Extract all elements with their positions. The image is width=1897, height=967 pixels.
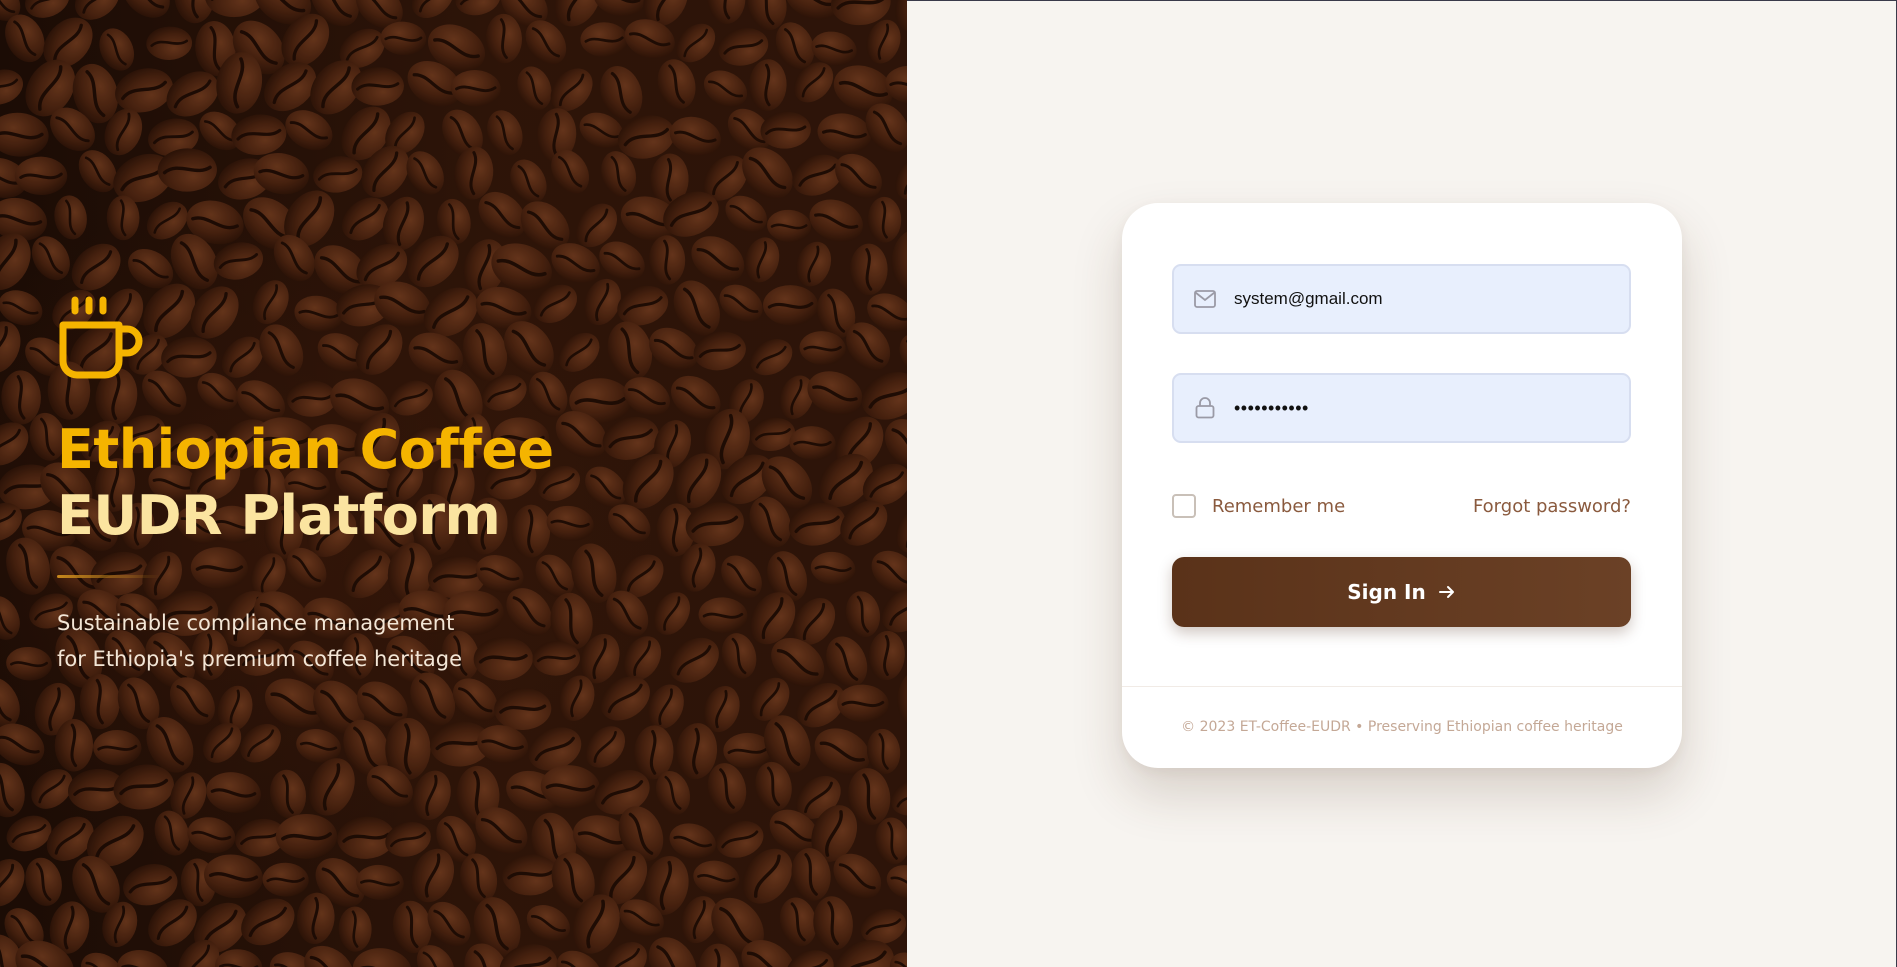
sign-in-button[interactable]: Sign In xyxy=(1172,557,1631,627)
arrow-right-icon xyxy=(1438,583,1456,601)
coffee-cup-icon xyxy=(59,296,143,379)
hero-panel: Ethiopian Coffee EUDR Platform Sustainab… xyxy=(0,0,907,967)
remember-label: Remember me xyxy=(1212,495,1346,517)
footer-text: © 2023 ET-Coffee-EUDR • Preserving Ethio… xyxy=(1181,719,1623,735)
email-input[interactable]: system@gmail.com xyxy=(1234,289,1383,309)
lock-icon xyxy=(1192,395,1218,421)
title-divider xyxy=(57,575,161,578)
remember-row: Remember me Forgot password? xyxy=(1172,491,1631,521)
brand-title-line1: Ethiopian Coffee xyxy=(57,418,554,481)
mail-icon xyxy=(1192,286,1218,312)
login-card: system@gmail.com ••••••••••• Remember me… xyxy=(1122,203,1682,768)
password-input[interactable]: ••••••••••• xyxy=(1234,398,1309,419)
card-divider xyxy=(1122,686,1682,687)
brand-title-line2: EUDR Platform xyxy=(57,484,501,547)
password-field[interactable]: ••••••••••• xyxy=(1172,373,1631,443)
brand-tagline: Sustainable compliance management for Et… xyxy=(57,605,757,677)
forgot-password-link[interactable]: Forgot password? xyxy=(1473,496,1631,517)
remember-checkbox[interactable] xyxy=(1172,494,1196,518)
email-field[interactable]: system@gmail.com xyxy=(1172,264,1631,334)
tagline-line1: Sustainable compliance management xyxy=(57,611,455,635)
tagline-line2: for Ethiopia's premium coffee heritage xyxy=(57,647,463,671)
sign-in-label: Sign In xyxy=(1347,580,1426,604)
remember-me[interactable]: Remember me xyxy=(1172,494,1345,518)
brand-block: Ethiopian Coffee EUDR Platform Sustainab… xyxy=(57,295,757,677)
brand-title: Ethiopian Coffee EUDR Platform xyxy=(57,417,757,549)
